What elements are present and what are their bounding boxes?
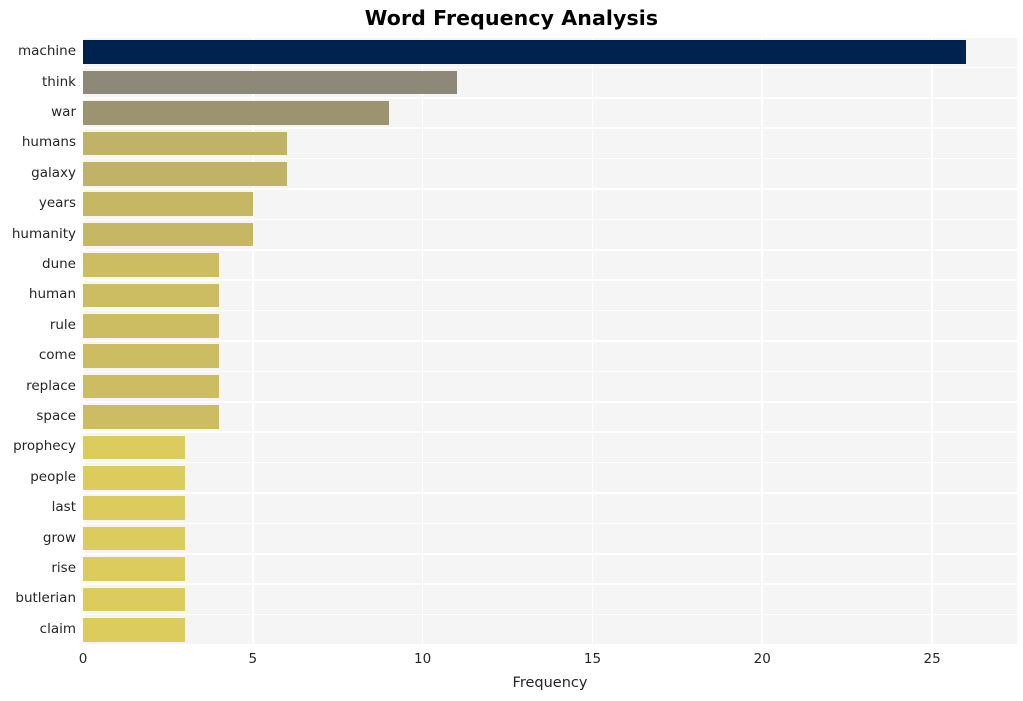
bar-human — [83, 283, 219, 308]
x-axis-tick-labels: 0 5 10 15 20 25 — [0, 651, 1023, 671]
gridline-y — [83, 401, 1017, 403]
x-tick-label-15: 15 — [583, 651, 602, 667]
bar-space — [83, 405, 219, 429]
y-tick-label-last: last — [51, 499, 76, 516]
bar-war — [83, 101, 389, 125]
gridline-y — [83, 461, 1017, 464]
bar-dune — [83, 253, 219, 277]
bar-butlerian — [83, 587, 185, 612]
gridline-y — [83, 66, 1017, 69]
y-tick-label-come: come — [38, 347, 76, 364]
y-tick-label-claim: claim — [39, 620, 76, 637]
y-tick-label-space: space — [36, 408, 76, 424]
bar-humans — [83, 131, 287, 156]
gridline-y — [83, 188, 1017, 190]
gridline-y — [83, 431, 1017, 433]
bar-prophecy — [83, 435, 185, 460]
bar-machine — [83, 40, 967, 65]
gridline-y — [83, 340, 1017, 342]
x-tick-label-5: 5 — [248, 651, 258, 667]
gridline-y — [83, 157, 1017, 160]
gridline-y — [83, 553, 1017, 555]
bar-replace — [83, 374, 219, 399]
bar-claim — [83, 617, 185, 642]
gridline-y — [83, 249, 1017, 251]
y-tick-label-humanity: humanity — [11, 225, 76, 242]
bar-rule — [83, 313, 219, 338]
bar-galaxy — [83, 161, 287, 186]
gridline-y — [83, 583, 1017, 585]
gridline-y — [83, 522, 1017, 525]
gridline-y — [83, 370, 1017, 373]
y-tick-label-machine: machine — [17, 43, 76, 60]
bar-last — [83, 496, 185, 521]
x-tick-label-20: 20 — [753, 651, 771, 667]
bar-humanity — [83, 222, 253, 247]
y-tick-label-rise: rise — [51, 560, 76, 576]
y-tick-label-butlerian: butlerian — [15, 590, 76, 607]
y-tick-label-people: people — [30, 468, 76, 485]
x-tick-label-10: 10 — [414, 651, 432, 667]
y-tick-label-replace: replace — [26, 377, 76, 394]
bar-come — [83, 344, 219, 369]
gridline-y — [83, 613, 1017, 616]
y-tick-label-humans: humans — [21, 134, 76, 151]
y-tick-label-galaxy: galaxy — [31, 164, 76, 181]
gridline-y — [83, 644, 1017, 645]
x-axis-title: Frequency — [512, 675, 588, 691]
x-tick-label-0: 0 — [78, 651, 88, 667]
gridline-y — [83, 218, 1017, 221]
y-tick-label-think: think — [42, 73, 76, 90]
bar-people — [83, 465, 185, 490]
bar-think — [83, 70, 457, 95]
bar-grow — [83, 526, 185, 551]
gridline-y — [83, 309, 1017, 312]
y-tick-label-war: war — [51, 104, 76, 120]
x-tick-label-25: 25 — [923, 651, 941, 667]
y-axis-tick-labels: machine think war humans galaxy years humanity… — [0, 37, 76, 645]
gridline-y — [83, 97, 1017, 99]
page-title: Word Frequency Analysis — [364, 6, 659, 30]
y-tick-label-grow: grow — [42, 529, 76, 546]
y-tick-label-years: years — [38, 195, 76, 212]
gridline-y — [83, 492, 1017, 494]
y-tick-label-rule: rule — [49, 316, 76, 333]
y-tick-label-prophecy: prophecy — [13, 438, 76, 455]
gridline-y — [83, 279, 1017, 281]
plot-area — [83, 37, 1017, 645]
y-tick-label-human: human — [28, 286, 76, 303]
bar-years — [83, 192, 253, 217]
bar-rise — [83, 557, 185, 581]
gridline-y — [83, 127, 1017, 129]
gridline-y — [83, 37, 1017, 38]
y-tick-label-dune: dune — [42, 256, 76, 272]
chart-figure: Word Frequency Analysis machine think war h… — [0, 0, 1023, 701]
